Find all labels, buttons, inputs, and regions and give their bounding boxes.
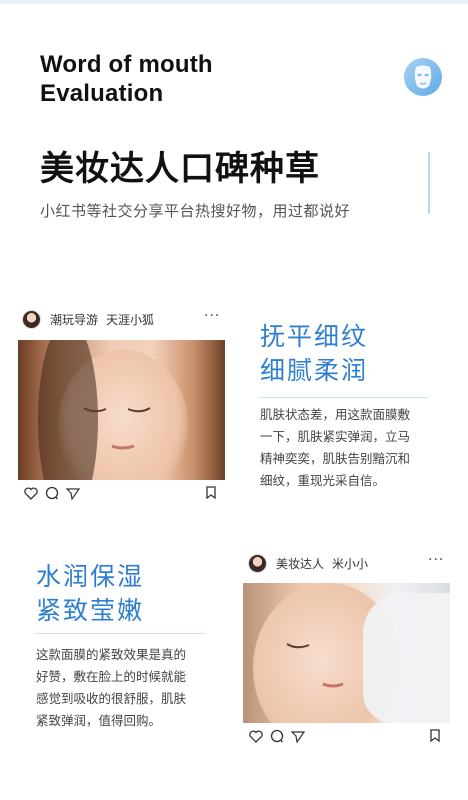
- post1-feature-line1: 抚平细纹: [260, 322, 369, 351]
- post2-feature-line2: 紧致莹嫩: [36, 596, 145, 625]
- post1-body: 肌肤状态差，用这款面膜敷 一下，肌肤紧实弹润，立马 精神奕奕，肌肤告别黯沉和 细…: [260, 404, 410, 492]
- post2-actions: [249, 729, 312, 743]
- comment-icon[interactable]: [45, 486, 59, 500]
- post1-body-line: 细纹，重现光采自信。: [260, 473, 386, 488]
- post2-body-line: 感觉到吸收的很舒服，肌肤: [36, 691, 187, 706]
- post1-feature-rule: [258, 397, 428, 398]
- section-title-line2: Evaluation: [40, 80, 164, 107]
- avatar[interactable]: [248, 554, 267, 573]
- post1-feature-line2: 细腻柔润: [260, 356, 369, 385]
- post2-feature-rule: [34, 633, 206, 634]
- top-bar: [0, 0, 468, 4]
- hero-headline: 美妆达人口碑种草: [40, 149, 320, 189]
- avatar[interactable]: [22, 310, 41, 329]
- more-options-icon[interactable]: ···: [204, 308, 220, 324]
- section-title: Word of mouth Evaluation: [40, 50, 213, 108]
- share-icon[interactable]: [291, 730, 305, 743]
- post1-actions: [24, 486, 87, 500]
- like-icon[interactable]: [249, 729, 263, 743]
- face-mask-icon: [404, 58, 442, 96]
- post2-feature-line1: 水润保湿: [36, 562, 145, 591]
- bookmark-icon[interactable]: [430, 729, 440, 742]
- post2-header: 美妆达人 米小小: [248, 554, 368, 573]
- like-icon[interactable]: [24, 486, 38, 500]
- post2-body: 这款面膜的紧致效果是真的 好赞，敷在脸上的时候就能 感觉到吸收的很舒服，肌肤 紧…: [36, 644, 186, 732]
- post1-feature-title: 抚平细纹 细腻柔润: [260, 320, 368, 388]
- post2-feature-title: 水润保湿 紧致莹嫩: [36, 560, 144, 628]
- post2-body-line: 好赞，敷在脸上的时候就能: [36, 669, 187, 684]
- more-options-icon[interactable]: ···: [428, 552, 444, 568]
- hero-subhead: 小红书等社交分享平台热搜好物，用过都说好: [40, 202, 351, 220]
- post1-photo: [18, 340, 225, 480]
- accent-divider: [428, 152, 430, 214]
- section-title-line1: Word of mouth: [40, 51, 213, 78]
- post2-photo: [243, 583, 450, 723]
- post2-body-line: 紧致弹润，值得回购。: [36, 713, 162, 728]
- post2-user[interactable]: 美妆达人: [276, 555, 324, 572]
- bookmark-icon[interactable]: [206, 486, 216, 499]
- post1-header: 潮玩导游 天涯小狐: [22, 310, 154, 329]
- post1-user[interactable]: 潮玩导游: [50, 311, 98, 328]
- post2-body-line: 这款面膜的紧致效果是真的: [36, 647, 187, 662]
- post1-body-line: 肌肤状态差，用这款面膜敷: [260, 407, 411, 422]
- share-icon[interactable]: [66, 487, 80, 500]
- post1-body-line: 一下，肌肤紧实弹润，立马: [260, 429, 411, 444]
- post2-name[interactable]: 米小小: [332, 555, 368, 572]
- post1-name[interactable]: 天涯小狐: [106, 311, 154, 328]
- post1-body-line: 精神奕奕，肌肤告别黯沉和: [260, 451, 411, 466]
- comment-icon[interactable]: [270, 729, 284, 743]
